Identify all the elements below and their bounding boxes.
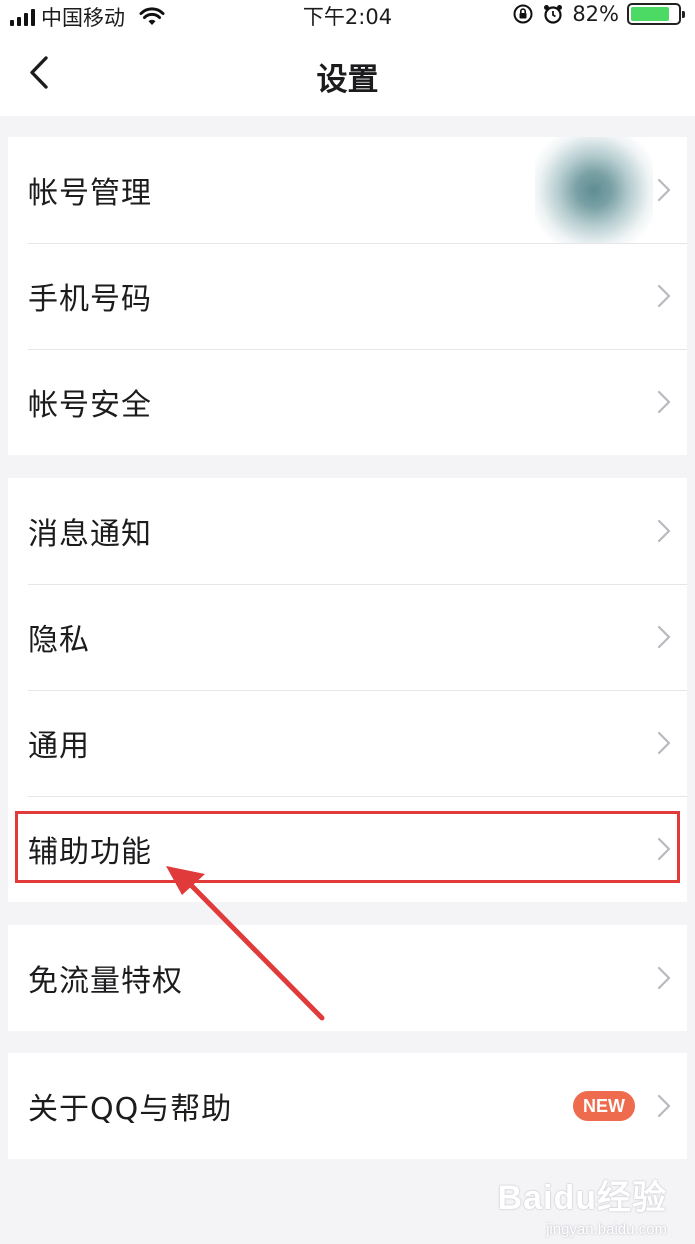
settings-row-phone-number[interactable]: 手机号码 [8,243,687,349]
settings-row-privacy[interactable]: 隐私 [8,584,687,690]
avatar [535,137,653,243]
settings-row-about-help[interactable]: 关于QQ与帮助 NEW [8,1053,687,1159]
row-label: 关于QQ与帮助 [28,1092,233,1127]
watermark-url: jingyan.baidu.com [546,1221,667,1238]
chevron-right-icon [657,625,671,649]
page-title: 设置 [316,62,379,98]
row-label: 帐号安全 [28,388,152,423]
settings-row-notifications[interactable]: 消息通知 [8,478,687,584]
row-label: 消息通知 [28,517,152,552]
row-label: 隐私 [28,623,90,658]
settings-group-about: 关于QQ与帮助 NEW [8,1053,687,1159]
chevron-right-icon [657,284,671,308]
chevron-right-icon [657,731,671,755]
battery-percent: 82% [572,2,619,26]
row-label: 帐号管理 [28,176,152,211]
new-badge: NEW [573,1091,635,1121]
chevron-right-icon [657,1094,671,1118]
highlight-box [15,811,680,883]
battery-icon [627,3,685,25]
settings-row-account-security[interactable]: 帐号安全 [8,349,687,455]
settings-row-account-management[interactable]: 帐号管理 [8,137,687,243]
settings-group-account: 帐号管理 手机号码 帐号安全 [8,137,687,455]
status-right: 82% [512,2,685,26]
alarm-icon [544,5,563,24]
nav-bar: 设置 [0,30,695,116]
row-label: 手机号码 [28,282,152,317]
watermark: Baidu经验 jingyan.baidu.com [498,1170,667,1238]
chevron-right-icon [657,390,671,414]
chevron-right-icon [657,966,671,990]
chevron-right-icon [657,519,671,543]
orientation-lock-icon [513,4,533,24]
settings-group-data: 免流量特权 [8,925,687,1031]
settings-row-general[interactable]: 通用 [8,690,687,796]
row-label: 免流量特权 [28,964,183,999]
watermark-brand: Baidu经验 [497,1179,667,1217]
settings-row-free-data[interactable]: 免流量特权 [8,925,687,1031]
chevron-right-icon [657,178,671,202]
status-bar: 中国移动 下午2:04 82% [0,0,695,30]
row-label: 通用 [28,729,90,764]
battery-fill [631,7,669,21]
